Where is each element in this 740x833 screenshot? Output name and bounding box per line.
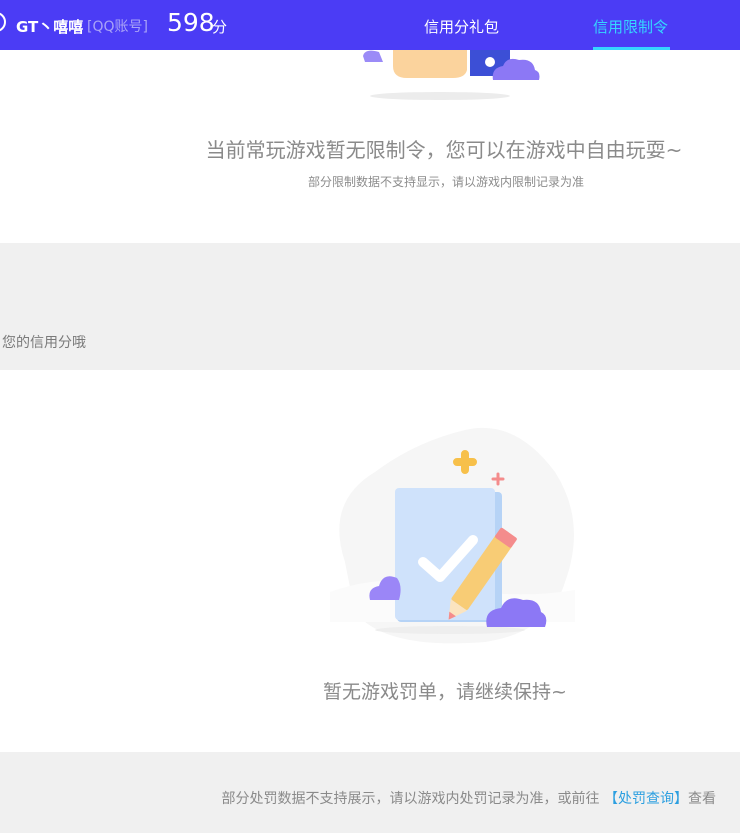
tab-credit-limit[interactable]: 信用限制令 (593, 16, 668, 37)
no-limit-title: 当前常玩游戏暂无限制令，您可以在游戏中自由玩耍~ (205, 138, 683, 162)
penalty-query-link[interactable]: 【处罚查询】 (604, 791, 688, 807)
penalty-note-suffix: 查看 (688, 791, 716, 807)
credit-score-label: 您的信用分哦 (2, 335, 86, 351)
avatar[interactable] (0, 12, 6, 32)
top-bar: GT丶嘻嘻 [QQ账号] 598 分 信用分礼包 信用限制令 (0, 0, 740, 50)
penalty-note-text: 部分处罚数据不支持展示，请以游戏内处罚记录为准，或前往 (221, 791, 604, 807)
account-type-label: [QQ账号] (87, 19, 148, 35)
credit-score-value: 598 (167, 8, 215, 37)
no-penalty-title: 暂无游戏罚单，请继续保持~ (323, 681, 567, 703)
active-tab-indicator (593, 47, 670, 50)
tab-credit-gift[interactable]: 信用分礼包 (424, 16, 499, 37)
penalty-panel: 暂无游戏罚单，请继续保持~ (0, 370, 740, 752)
limit-data-note: 部分限制数据不支持显示，请以游戏内限制记录为准 (307, 175, 584, 189)
no-penalty-illustration (330, 427, 575, 644)
user-name: GT丶嘻嘻 (16, 18, 84, 36)
penalty-data-note: 部分处罚数据不支持展示，请以游戏内处罚记录为准，或前往 【处罚查询】查看 (222, 788, 716, 808)
no-limit-illustration (363, 50, 540, 100)
limit-panel: 当前常玩游戏暂无限制令，您可以在游戏中自由玩耍~ 部分限制数据不支持显示，请以游… (0, 50, 740, 243)
credit-score-unit: 分 (212, 18, 228, 36)
